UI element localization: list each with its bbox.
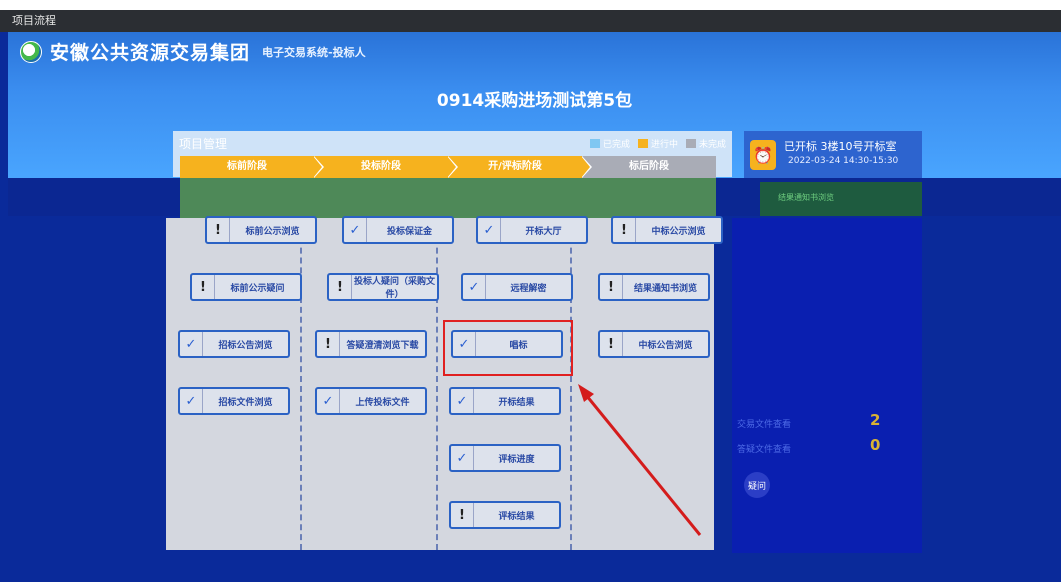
arrow-line: [580, 389, 702, 536]
annotation-arrow: [578, 384, 702, 536]
arrow-head: [578, 384, 594, 402]
